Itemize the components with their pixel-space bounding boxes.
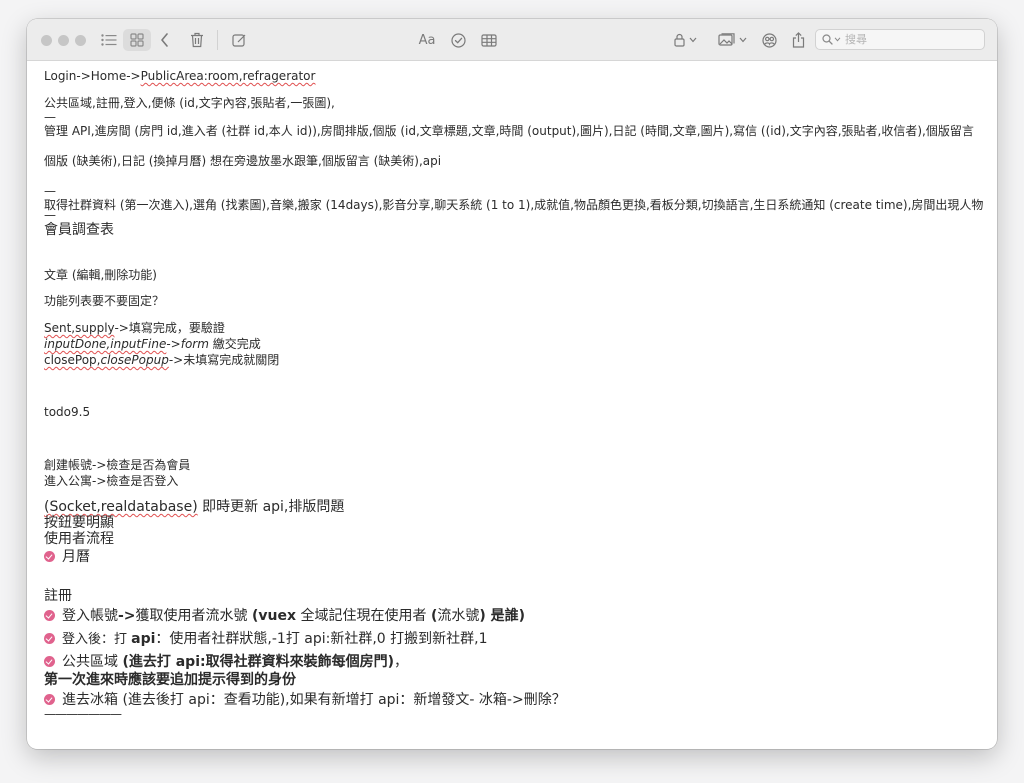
checked-circle-icon[interactable] <box>44 656 55 667</box>
note-line-user-flow: 使用者流程 <box>44 531 114 547</box>
table-icon <box>481 33 497 47</box>
calendar-label: 月曆 <box>62 549 90 565</box>
lock-icon <box>673 33 685 47</box>
after-login-desc: ：使用者社群狀態,-1打 api:新社群,0 打搬到新社群,1 <box>155 631 488 647</box>
zoom-window-button[interactable] <box>75 35 86 46</box>
toolbar: Aa <box>27 19 997 61</box>
close-token: closePop, <box>44 353 101 367</box>
socket-token: (Socket,realdatabase) <box>44 499 198 515</box>
input-form: form <box>180 337 209 351</box>
login-who: ) 是誰) <box>479 608 526 624</box>
note-line-article: 文章 (編輯,刪除功能) <box>44 268 157 282</box>
after-login-api: api <box>131 631 156 647</box>
collaborate-button[interactable] <box>758 30 780 50</box>
public-area-comma: ， <box>394 654 408 670</box>
note-line-socket: (Socket,realdatabase) 即時更新 api,排版問題 <box>44 499 984 516</box>
format-icon: Aa <box>418 32 436 48</box>
checklist-item-public-area[interactable]: 公共區域 (進去打 api:取得社群資料來裝飾每個房門)， <box>44 654 984 671</box>
format-button[interactable]: Aa <box>415 30 439 50</box>
toolbar-separator <box>217 30 218 50</box>
media-menu-button[interactable] <box>715 30 749 50</box>
share-button[interactable] <box>788 29 808 50</box>
fridge-desc: 進去冰箱 (進去後打 api：查看功能),如果有新增打 api：新增發文- 冰箱… <box>62 692 566 708</box>
checklist-item-calendar[interactable]: 月曆 <box>44 549 984 566</box>
note-body[interactable]: Login->Home->PublicArea:room,refragerato… <box>44 63 984 722</box>
compose-icon <box>231 33 245 47</box>
login-global: 全域記住現在使用者 <box>296 608 431 624</box>
close-desc: ->未填寫完成就關閉 <box>168 353 280 367</box>
input-arrow: -> <box>166 337 181 351</box>
path-areas: PublicArea:room,refragerator <box>140 69 316 83</box>
note-line-input: inputDone,inputFine->form 繳交完成 <box>44 336 984 352</box>
input-token: inputDone,inputFine <box>44 337 167 351</box>
search-icon <box>822 34 833 45</box>
note-line-todo: todo9.5 <box>44 405 91 419</box>
note-line-create-account: 創建帳號->檢查是否為會員 <box>44 458 191 472</box>
sent-token: Sent,supply <box>44 321 115 335</box>
note-line-sent: Sent,supply->填寫完成，要驗證 <box>44 320 984 336</box>
note-line-register: 註冊 <box>44 588 72 604</box>
compose-button[interactable] <box>229 30 249 50</box>
checklist-button[interactable] <box>448 30 468 50</box>
chevron-down-icon <box>739 37 746 43</box>
checklist-icon <box>450 32 466 48</box>
sent-desc: ->填寫完成，要驗證 <box>114 321 225 335</box>
note-line-api1: 管理 API,進房間 (房門 id,進入者 (社群 id,本人 id)),房間排… <box>44 124 974 138</box>
public-area-desc: (進去打 api:取得社群資料來裝飾每個房門) <box>122 654 394 670</box>
note-line-path: Login->Home->PublicArea:room,refragerato… <box>44 68 984 84</box>
path-prefix: Login->Home-> <box>44 69 141 83</box>
note-line-fixed: 功能列表要不要固定？ <box>44 294 165 308</box>
share-icon <box>792 31 804 48</box>
note-line-first-visit: 第一次進來時應該要追加提示得到的身份 <box>44 672 296 688</box>
note-line-enter-apartment: 進入公寓->檢查是否登入 <box>44 474 179 488</box>
chevron-down-icon <box>834 37 841 42</box>
socket-desc: 即時更新 api,排版問題 <box>197 499 345 515</box>
login-label: 登入帳號 <box>62 608 118 624</box>
collaborate-icon <box>761 32 777 48</box>
checked-circle-icon[interactable] <box>44 610 55 621</box>
checklist-item-login[interactable]: 登入帳號->獲取使用者流水號 (vuex 全域記住現在使用者 (流水號) 是誰) <box>44 608 984 625</box>
login-serial: 流水號 <box>437 608 480 624</box>
after-login-label: 登入後：打 <box>62 632 132 647</box>
chevron-down-icon <box>689 37 696 43</box>
chevron-left-icon <box>160 33 168 47</box>
lock-menu-button[interactable] <box>670 30 700 50</box>
delete-button[interactable] <box>187 29 207 51</box>
checklist-item-after-login[interactable]: 登入後：打 api：使用者社群狀態,-1打 api:新社群,0 打搬到新社群,1 <box>44 631 984 648</box>
list-view-button[interactable] <box>97 30 121 50</box>
public-area-label: 公共區域 <box>62 654 123 670</box>
checked-circle-icon[interactable] <box>44 551 55 562</box>
search-field[interactable] <box>815 29 985 50</box>
gallery-view-button[interactable] <box>123 29 151 51</box>
gallery-view-icon <box>130 33 144 47</box>
notes-window: Aa Login->Home->PublicArea:room,refr <box>27 19 997 749</box>
dash-divider: — <box>44 184 56 198</box>
note-line-social: 取得社群資料 (第一次進入),選角 (找素圖),音樂,搬家 (14days),影… <box>44 198 984 212</box>
login-vuex: (vuex <box>252 608 297 624</box>
input-desc: 繳交完成 <box>208 337 261 351</box>
note-line-button: 按鈕要明顯 <box>44 515 114 531</box>
table-button[interactable] <box>478 30 500 50</box>
checked-circle-icon[interactable] <box>44 633 55 644</box>
note-line-close: closePop,closePopup->未填寫完成就關閉 <box>44 352 984 368</box>
list-view-icon <box>101 34 117 46</box>
close-window-button[interactable] <box>41 35 52 46</box>
trash-icon <box>191 32 203 48</box>
search-input[interactable] <box>845 33 965 46</box>
heading-survey: 會員調查表 <box>44 222 114 238</box>
note-line-api2: 個版 (缺美術),日記 (換掉月曆) 想在旁邊放墨水跟筆,個版留言 (缺美術),… <box>44 154 442 168</box>
close-popup-token: closePopup <box>100 353 169 367</box>
back-button[interactable] <box>155 30 173 50</box>
login-fetch: 獲取使用者流水號 <box>135 608 252 624</box>
photo-icon <box>717 33 735 46</box>
login-arrow: -> <box>118 608 136 624</box>
minimize-window-button[interactable] <box>58 35 69 46</box>
checked-circle-icon[interactable] <box>44 694 55 705</box>
